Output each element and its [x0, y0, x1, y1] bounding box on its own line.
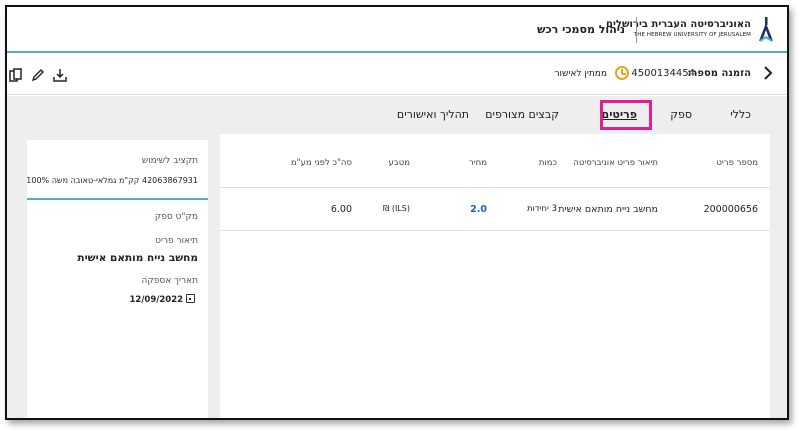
col-header-description: תיאור פריט אוניברסיטה — [573, 158, 658, 168]
order-number-label: הזמנה מספר: — [687, 68, 751, 79]
panel-divider — [27, 198, 208, 200]
back-button[interactable] — [763, 65, 773, 85]
clock-icon — [615, 66, 629, 80]
cell-item-no: 200000656 — [703, 204, 758, 215]
table-row[interactable]: 200000656 מחשב נייח מותאם אישית 3 יחידות… — [220, 187, 770, 231]
cell-quantity: 3 יחידות — [526, 204, 557, 214]
col-header-currency: מטבע — [388, 158, 410, 168]
copy-icon[interactable] — [9, 67, 23, 83]
item-description-label: תיאור פריט — [155, 236, 198, 246]
cell-total: 6.00 — [330, 204, 352, 215]
item-description-value: מחשב נייח מותאם אישית — [77, 252, 198, 264]
university-name: האוניברסיטה העברית בירושלים THE HEBREW U… — [606, 19, 751, 38]
header-divider — [636, 17, 637, 43]
supplier-sku-label: מק"ט ספק — [154, 212, 198, 222]
content-area: תקציב לשימוש 42063867931 קק"מ גמלאי-טאוב… — [7, 134, 787, 418]
budget-value: 42063867931 קק"מ גמלאי-טאובה משה 100% — [26, 176, 198, 185]
item-details-panel: תקציב לשימוש 42063867931 קק"מ גמלאי-טאוב… — [26, 140, 208, 418]
col-header-item-no: מספר פריט — [716, 158, 758, 168]
tab-bar: כללי ספק פריטים קבצים מצורפים תהליך ואיש… — [7, 96, 787, 134]
col-header-quantity: כמות — [538, 158, 557, 168]
order-bar: הזמנה מספר: 4500134454 ממתין לאישור — [7, 55, 787, 95]
items-table: מספר פריט תיאור פריט אוניברסיטה כמות מחי… — [220, 134, 770, 418]
cell-description: מחשב נייח מותאם אישית — [558, 204, 658, 215]
tab-supplier[interactable]: ספק — [670, 108, 692, 121]
download-icon[interactable] — [53, 68, 67, 82]
col-header-total: סה"כ לפני מע"מ — [290, 158, 352, 168]
order-actions — [9, 67, 67, 83]
app-title: ניהול מסמכי רכש — [537, 23, 625, 36]
order-status: ממתין לאישור — [554, 69, 607, 79]
budget-label: תקציב לשימוש — [141, 156, 198, 166]
supply-date-label: תאריך אספקה — [141, 276, 198, 286]
supply-date: 12/09/2022 — [130, 294, 199, 305]
tab-general[interactable]: כללי — [730, 108, 751, 121]
tab-process-approvals[interactable]: תהליך ואישורים — [397, 108, 469, 121]
university-name-en: THE HEBREW UNIVERSITY OF JERUSALEM — [633, 32, 751, 38]
col-header-price: מחיר — [468, 158, 487, 168]
app-header: האוניברסיטה העברית בירושלים THE HEBREW U… — [7, 7, 787, 53]
university-name-he: האוניברסיטה העברית בירושלים — [605, 19, 751, 30]
supply-date-value: 12/09/2022 — [129, 295, 184, 305]
cell-price: 2.0 — [470, 204, 487, 215]
order-number: 4500134454 — [631, 68, 695, 79]
tab-attached-files[interactable]: קבצים מצורפים — [485, 108, 559, 121]
chevron-right-icon — [764, 66, 773, 80]
cell-currency: ₪ (ILS) — [383, 204, 410, 213]
app-window: האוניברסיטה העברית בירושלים THE HEBREW U… — [5, 5, 789, 420]
edit-icon[interactable] — [31, 68, 45, 82]
calendar-icon[interactable] — [186, 294, 195, 303]
tab-highlight-box — [600, 100, 652, 130]
university-logo — [759, 17, 773, 42]
